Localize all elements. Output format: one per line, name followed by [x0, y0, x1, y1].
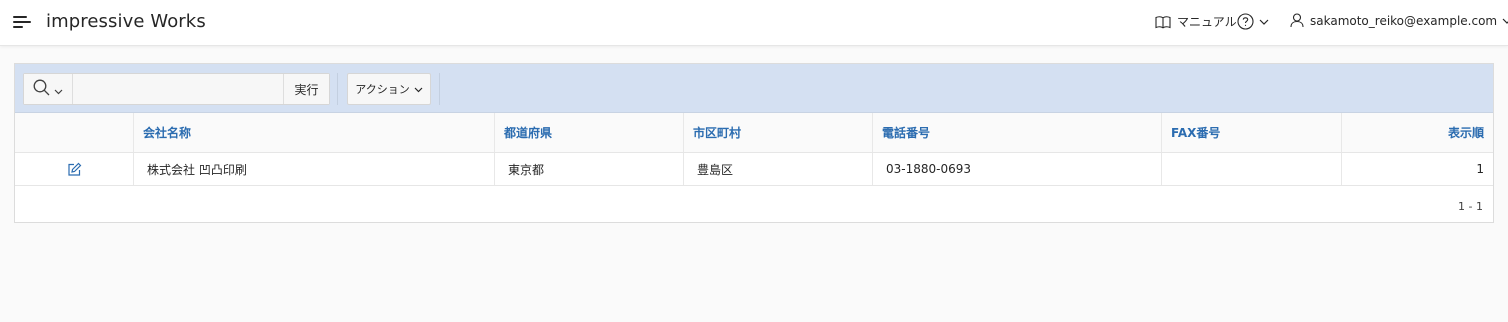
table-header-row: 会社名称 都道府県 市区町村 電話番号 FAX番号 表示順	[15, 113, 1493, 153]
app-header: impressive Works マニュアル sakamoto_reiko@ex…	[0, 0, 1508, 46]
chevron-down-icon	[414, 83, 423, 96]
toolbar-divider	[337, 73, 338, 105]
go-button[interactable]: 実行	[283, 74, 329, 104]
cell-phone: 03-1880-0693	[872, 153, 1161, 185]
help-menu[interactable]	[1237, 13, 1269, 30]
column-header-city[interactable]: 市区町村	[683, 113, 872, 152]
actions-button[interactable]: アクション	[347, 73, 431, 105]
edit-cell	[15, 153, 133, 185]
chevron-down-icon	[54, 80, 63, 99]
manual-label: マニュアル	[1177, 15, 1237, 29]
edit-column-header	[15, 113, 133, 152]
cell-city: 豊島区	[683, 153, 872, 185]
manual-link[interactable]: マニュアル	[1155, 13, 1237, 30]
search-group: 実行	[23, 73, 330, 105]
app-title[interactable]: impressive Works	[46, 11, 206, 32]
actions-label: アクション	[355, 83, 410, 96]
table-row: 株式会社 凹凸印刷 東京都 豊島区 03-1880-0693 1	[15, 153, 1493, 186]
user-menu[interactable]: sakamoto_reiko@example.com	[1290, 13, 1508, 28]
user-label: sakamoto_reiko@example.com	[1310, 13, 1498, 28]
cell-order: 1	[1341, 153, 1493, 185]
book-icon	[1155, 15, 1171, 29]
column-header-prefecture[interactable]: 都道府県	[494, 113, 683, 152]
search-icon	[33, 79, 50, 100]
column-header-order[interactable]: 表示順	[1341, 113, 1493, 152]
column-header-phone[interactable]: 電話番号	[872, 113, 1161, 152]
report-region: 実行 アクション 会社名称 都道府県 市区町村 電話番号 FAX番号 表示順 株…	[14, 63, 1494, 223]
user-icon	[1290, 13, 1304, 28]
cell-company: 株式会社 凹凸印刷	[133, 153, 494, 185]
toolbar-divider	[439, 73, 440, 105]
edit-icon[interactable]	[67, 162, 82, 177]
menu-icon[interactable]	[13, 16, 31, 30]
search-input[interactable]	[73, 74, 283, 104]
search-column-button[interactable]	[24, 74, 73, 104]
pagination-info: 1 - 1	[1458, 200, 1483, 213]
column-header-company[interactable]: 会社名称	[133, 113, 494, 152]
cell-prefecture: 東京都	[494, 153, 683, 185]
chevron-down-icon	[1259, 19, 1269, 25]
column-header-fax[interactable]: FAX番号	[1161, 113, 1341, 152]
report-toolbar: 実行 アクション	[15, 64, 1493, 113]
chevron-down-icon	[1502, 18, 1508, 24]
help-icon	[1237, 13, 1254, 30]
cell-fax	[1161, 153, 1341, 185]
